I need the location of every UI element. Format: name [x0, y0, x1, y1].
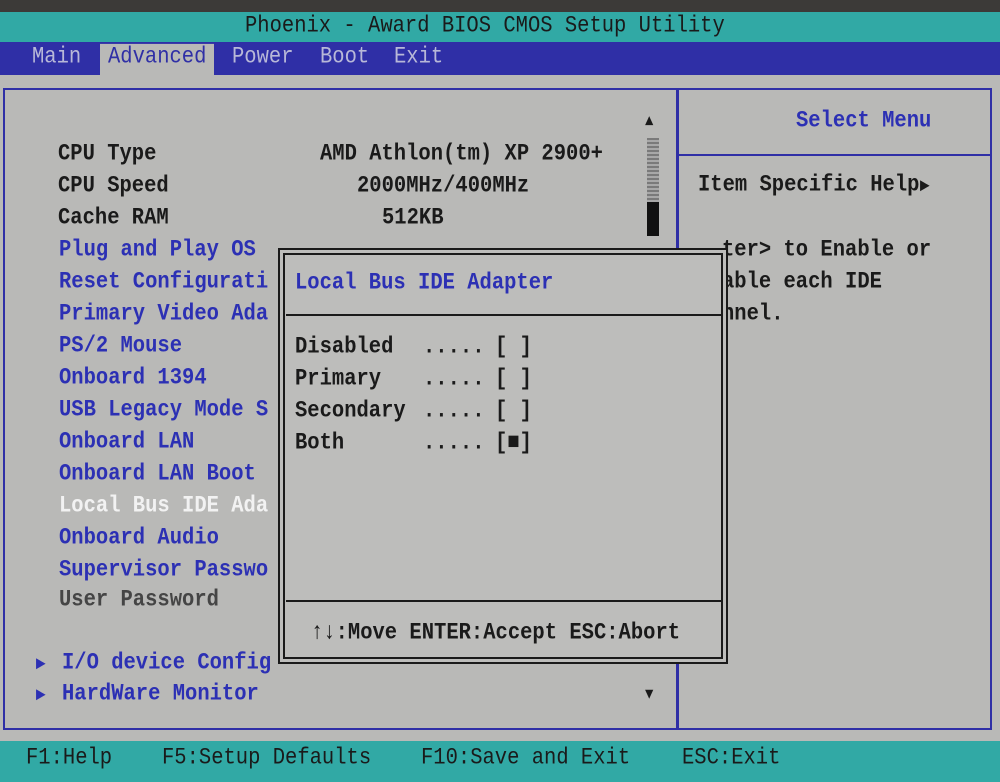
tab-exit[interactable]: Exit — [394, 44, 443, 76]
help-line-1: ter> to Enable or — [722, 237, 932, 264]
submenu-arrow-icon: ▶ — [36, 684, 46, 706]
key-f10-save-exit: F10:Save and Exit — [421, 745, 631, 772]
tab-advanced[interactable]: Advanced — [100, 43, 215, 77]
item-local-bus-ide-adapter[interactable]: Local Bus IDE Ada — [59, 493, 268, 521]
item-usb-legacy-mode[interactable]: USB Legacy Mode S — [59, 397, 268, 425]
item-onboard-audio[interactable]: Onboard Audio — [59, 525, 219, 553]
item-plug-and-play-os[interactable]: Plug and Play OS — [59, 237, 256, 265]
help-more-arrow-icon: ▶ — [920, 175, 930, 197]
key-f5-setup-defaults: F5:Setup Defaults — [162, 745, 372, 772]
tab-power[interactable]: Power — [232, 44, 294, 76]
submenu-io-device-config[interactable]: I/O device Config — [62, 650, 271, 678]
option-disabled[interactable]: Disabled — [295, 334, 393, 362]
scroll-down-arrow-icon[interactable]: ▼ — [645, 681, 653, 709]
key-esc-exit: ESC:Exit — [682, 745, 781, 772]
screen-bezel — [0, 0, 1000, 12]
help-line-2: able each IDE — [722, 269, 882, 296]
item-onboard-lan-boot[interactable]: Onboard LAN Boot — [59, 461, 256, 489]
option-secondary[interactable]: Secondary — [295, 398, 406, 426]
option-checkbox-both[interactable]: [■] — [495, 430, 532, 458]
info-value-cache-ram: 512KB — [382, 205, 444, 232]
help-header: Select Menu — [796, 108, 932, 135]
info-value-cpu-speed: 2000MHz/400MHz — [357, 173, 530, 200]
option-both[interactable]: Both — [295, 430, 344, 458]
option-dots: ..... — [423, 334, 485, 361]
item-user-password: User Password — [59, 587, 219, 614]
scrollbar-thumb[interactable] — [647, 202, 659, 236]
item-primary-video-adapter[interactable]: Primary Video Ada — [59, 301, 268, 329]
tab-main[interactable]: Main — [26, 44, 87, 76]
info-value-cpu-type: AMD Athlon(tm) XP 2900+ — [320, 141, 603, 168]
option-checkbox-primary[interactable]: [ ] — [495, 366, 532, 394]
item-supervisor-password[interactable]: Supervisor Passwo — [59, 557, 268, 585]
options-dialog: Local Bus IDE Adapter Disabled ..... [ ]… — [278, 248, 728, 664]
scroll-up-arrow-icon[interactable]: ▲ — [645, 108, 653, 136]
submenu-hardware-monitor[interactable]: HardWare Monitor — [62, 681, 259, 709]
option-dots: ..... — [423, 398, 485, 425]
option-primary[interactable]: Primary — [295, 366, 381, 394]
option-dots: ..... — [423, 366, 485, 393]
item-ps2-mouse[interactable]: PS/2 Mouse — [59, 333, 182, 361]
option-dots: ..... — [423, 430, 485, 457]
option-checkbox-disabled[interactable]: [ ] — [495, 334, 532, 362]
item-reset-configuration[interactable]: Reset Configurati — [59, 269, 268, 297]
info-label-cpu-type: CPU Type — [58, 141, 157, 168]
help-divider — [678, 154, 990, 156]
dialog-footer-divider — [286, 600, 722, 602]
submenu-arrow-icon: ▶ — [36, 653, 46, 675]
dialog-title: Local Bus IDE Adapter — [295, 270, 554, 297]
item-onboard-1394[interactable]: Onboard 1394 — [59, 365, 207, 393]
help-subheader: Item Specific Help — [698, 172, 920, 199]
help-line-3: nnel. — [722, 301, 784, 328]
info-label-cpu-speed: CPU Speed — [58, 173, 169, 200]
info-label-cache-ram: Cache RAM — [58, 205, 169, 232]
dialog-title-divider — [286, 314, 722, 316]
tab-boot[interactable]: Boot — [320, 44, 369, 76]
item-onboard-lan[interactable]: Onboard LAN — [59, 429, 194, 457]
app-title: Phoenix - Award BIOS CMOS Setup Utility — [245, 13, 725, 40]
dialog-footer-keys: ↑↓:Move ENTER:Accept ESC:Abort — [311, 620, 681, 647]
key-f1-help: F1:Help — [26, 745, 113, 772]
option-checkbox-secondary[interactable]: [ ] — [495, 398, 532, 426]
